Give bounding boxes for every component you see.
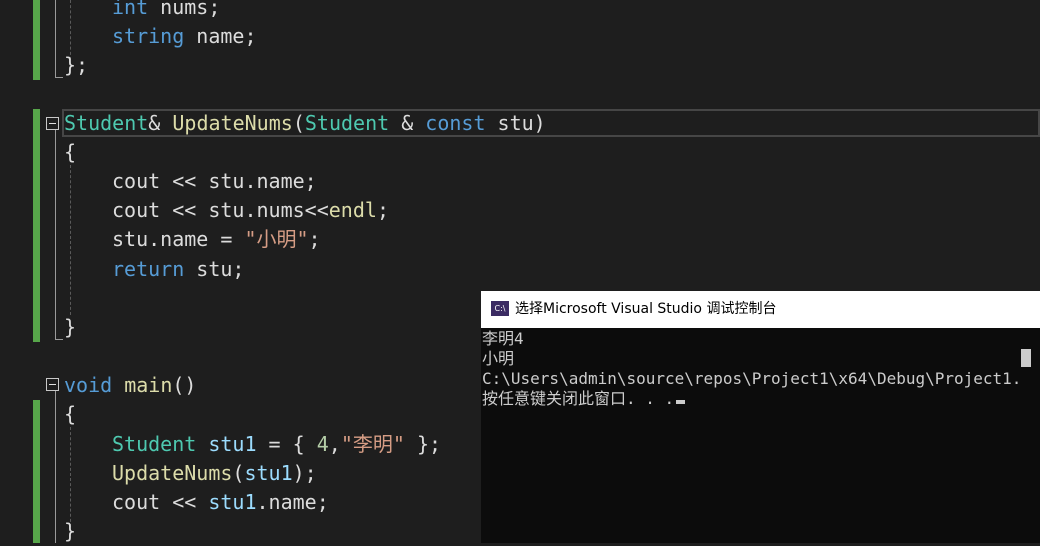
code-line[interactable]: int nums;	[112, 0, 220, 22]
code-token: &	[389, 111, 426, 135]
code-line[interactable]: cout << stu1.name;	[112, 488, 329, 517]
code-token: <<	[160, 198, 209, 222]
code-token: <<	[160, 490, 209, 514]
console-caret	[676, 400, 686, 404]
code-line[interactable]: stu.name = "小明";	[112, 225, 321, 254]
code-token: .name =	[148, 227, 245, 251]
code-token: endl	[328, 198, 377, 222]
code-token: Student	[304, 111, 390, 135]
code-token: &	[148, 111, 173, 135]
console-output-line: 小明	[482, 349, 514, 369]
code-token: UpdateNums	[112, 461, 233, 485]
console-output-line: 李明4	[482, 329, 524, 349]
change-indicator-bar	[33, 0, 40, 80]
code-token: }	[64, 519, 77, 543]
code-line[interactable]: UpdateNums(stu1);	[112, 459, 317, 488]
code-token: string	[112, 24, 185, 48]
code-token: const	[425, 111, 486, 135]
code-token: stu1	[208, 432, 257, 456]
code-token: stu1	[208, 490, 257, 514]
fold-line	[55, 0, 56, 78]
console-app-icon: C:\	[491, 301, 509, 316]
code-token: {	[64, 140, 77, 164]
console-titlebar[interactable]: C:\ 选择Microsoft Visual Studio 调试控制台	[481, 291, 1040, 328]
code-line[interactable]: {	[64, 400, 76, 429]
console-output-line: C:\Users\admin\source\repos\Project1\x64…	[482, 369, 1021, 389]
code-line[interactable]: void main()	[64, 371, 196, 400]
code-line[interactable]: cout << stu.name;	[112, 167, 317, 196]
code-token: int	[112, 0, 149, 19]
code-token: "李明"	[340, 432, 405, 456]
code-token: void	[64, 373, 113, 397]
code-token: stu	[208, 169, 245, 193]
fold-line-end	[55, 77, 63, 78]
code-token: return	[112, 257, 185, 281]
console-line-text: 小明	[482, 349, 515, 368]
console-block-cursor	[1021, 349, 1031, 367]
code-token: cout	[112, 169, 161, 193]
fold-line	[55, 130, 56, 339]
code-token: Student	[64, 111, 149, 135]
console-line-text: 李明4	[482, 329, 524, 348]
console-line-text: 按任意键关闭此窗口. . .	[482, 389, 675, 408]
collapse-toggle-icon[interactable]	[46, 117, 59, 130]
code-token: 4	[316, 432, 329, 456]
code-token: ()	[172, 373, 197, 397]
code-token: <<	[160, 169, 209, 193]
code-line[interactable]: }	[64, 517, 76, 546]
fold-line-end	[55, 339, 63, 340]
console-line-text: C:\Users\admin\source\repos\Project1\x64…	[482, 369, 1022, 388]
code-line[interactable]: return stu;	[112, 255, 244, 284]
code-token: "小明"	[244, 227, 309, 251]
code-token: };	[64, 53, 89, 77]
code-line[interactable]: {	[64, 138, 76, 167]
code-token: name;	[184, 24, 257, 48]
code-token: ,	[328, 432, 341, 456]
code-token: ;	[376, 198, 389, 222]
code-token: stu)	[485, 111, 546, 135]
code-token: .name;	[244, 169, 317, 193]
code-token: );	[292, 461, 317, 485]
code-token: cout	[112, 490, 161, 514]
code-token: stu1	[244, 461, 293, 485]
code-token: = {	[256, 432, 317, 456]
indent-guide	[70, 427, 71, 527]
indent-guide	[70, 165, 71, 315]
change-indicator-bar	[33, 109, 40, 342]
collapse-toggle-icon[interactable]	[46, 378, 59, 391]
code-token: .name;	[256, 490, 329, 514]
code-line[interactable]: cout << stu.nums<<endl;	[112, 196, 389, 225]
code-token: UpdateNums	[172, 111, 293, 135]
code-token: stu	[208, 198, 245, 222]
code-token: .nums<<	[244, 198, 329, 222]
debug-console-window[interactable]: C:\ 选择Microsoft Visual Studio 调试控制台 李明4 小…	[481, 291, 1040, 543]
code-line[interactable]: string name;	[112, 22, 257, 51]
code-token: (	[292, 111, 305, 135]
code-token: ;	[308, 227, 321, 251]
code-line[interactable]: Student& UpdateNums(Student & const stu)	[64, 109, 546, 138]
code-token: };	[404, 432, 442, 456]
code-line[interactable]: }	[64, 313, 76, 342]
change-indicator-bar	[33, 400, 40, 543]
code-token: stu	[112, 227, 149, 251]
fold-line	[55, 391, 56, 543]
code-line[interactable]: };	[64, 51, 88, 80]
code-token: {	[64, 402, 77, 426]
code-token: cout	[112, 198, 161, 222]
code-token: }	[64, 315, 77, 339]
console-title: 选择Microsoft Visual Studio 调试控制台	[515, 301, 777, 317]
code-line[interactable]: Student stu1 = { 4,"李明" };	[112, 430, 441, 459]
code-token: (	[232, 461, 245, 485]
code-token: main	[124, 373, 173, 397]
code-token: stu;	[184, 257, 245, 281]
code-token: Student	[112, 432, 197, 456]
console-output-line: 按任意键关闭此窗口. . .	[482, 389, 686, 409]
code-token: nums;	[148, 0, 221, 19]
